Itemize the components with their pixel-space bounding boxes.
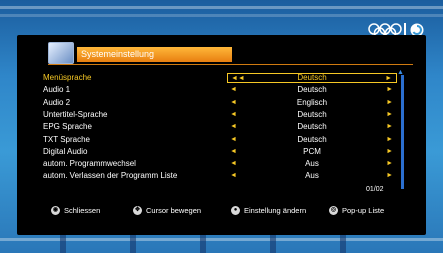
water-reflection bbox=[0, 6, 443, 9]
setting-row[interactable]: Audio 2 ◄ Englisch ► bbox=[17, 97, 426, 109]
setting-value: Aus bbox=[305, 159, 319, 169]
setting-row[interactable]: Untertitel-Sprache ◄ Deutsch ► bbox=[17, 109, 426, 121]
setting-label: TXT Sprache bbox=[43, 134, 90, 144]
arrow-right-icon[interactable]: ► bbox=[386, 122, 393, 132]
exit-icon: ◉ bbox=[51, 206, 60, 215]
cursor-label: Cursor bewegen bbox=[146, 206, 202, 215]
arrow-right-icon[interactable]: ► bbox=[386, 85, 393, 95]
arrow-right-icon[interactable]: ► bbox=[386, 135, 393, 145]
arrow-right-icon[interactable]: ► bbox=[386, 147, 393, 157]
arrow-right-icon[interactable]: ► bbox=[386, 171, 393, 181]
setting-row[interactable]: autom. Verlassen der Programm Liste ◄ Aus ► bbox=[17, 170, 426, 182]
popup-hint: ◎ Pop-up Liste bbox=[329, 206, 384, 215]
page-indicator: 01/02 bbox=[366, 186, 384, 193]
setting-row[interactable]: autom. Programmwechsel ◄ Aus ► bbox=[17, 158, 426, 170]
cursor-icon: ✥ bbox=[133, 206, 142, 215]
ok-icon: ● bbox=[231, 206, 240, 215]
setting-label: Audio 2 bbox=[43, 97, 71, 107]
setting-value: Deutsch bbox=[297, 85, 327, 95]
popup-label: Pop-up Liste bbox=[342, 206, 385, 215]
arrow-right-icon[interactable]: ► bbox=[386, 98, 393, 108]
setting-value: Deutsch bbox=[297, 73, 327, 82]
setting-selector[interactable]: ◄ Aus ► bbox=[227, 171, 397, 181]
cursor-hint: ✥ Cursor bewegen bbox=[133, 206, 201, 215]
water-reflection bbox=[0, 14, 443, 17]
setting-selector[interactable]: ◄ Deutsch ► bbox=[227, 85, 397, 95]
water-reflection bbox=[0, 238, 443, 241]
setting-value: Englisch bbox=[296, 97, 328, 107]
setting-label: Menüsprache bbox=[43, 73, 92, 82]
setting-row[interactable]: Audio 1 ◄ Deutsch ► bbox=[17, 84, 426, 96]
setting-label: Untertitel-Sprache bbox=[43, 109, 108, 119]
arrow-right-icon[interactable]: ► bbox=[386, 110, 393, 120]
setting-label: Audio 1 bbox=[43, 85, 71, 95]
setting-value: Deutsch bbox=[297, 134, 327, 144]
setting-selector[interactable]: ◄◄ Deutsch ► bbox=[227, 73, 397, 83]
setting-row[interactable]: Digital Audio ◄ PCM ► bbox=[17, 146, 426, 158]
settings-panel: Systemeinstellung Menüsprache ◄◄ Deutsch ► A… bbox=[17, 35, 426, 235]
setting-value: PCM bbox=[303, 146, 321, 156]
setting-row[interactable]: Menüsprache ◄◄ Deutsch ► bbox=[17, 72, 426, 84]
ok-label: Einstellung ändern bbox=[244, 206, 307, 215]
setting-label: Digital Audio bbox=[43, 146, 88, 156]
key-help-bar: ◉ Schliessen ✥ Cursor bewegen ● Einstell… bbox=[51, 206, 421, 220]
setting-row[interactable]: TXT Sprache ◄ Deutsch ► bbox=[17, 134, 426, 146]
arrow-right-icon[interactable]: ► bbox=[385, 74, 392, 84]
page-title: Systemeinstellung bbox=[77, 47, 232, 62]
setting-selector[interactable]: ◄ Aus ► bbox=[227, 159, 397, 169]
ok-hint: ● Einstellung ändern bbox=[231, 206, 306, 215]
exit-label: Schliessen bbox=[64, 206, 101, 215]
setting-selector[interactable]: ◄ Englisch ► bbox=[227, 98, 397, 108]
setting-value: Aus bbox=[305, 171, 319, 181]
popup-icon: ◎ bbox=[329, 206, 338, 215]
arrow-right-icon[interactable]: ► bbox=[386, 159, 393, 169]
setting-selector[interactable]: ◄ Deutsch ► bbox=[227, 110, 397, 120]
scrollbar[interactable] bbox=[401, 75, 404, 189]
setting-row[interactable]: EPG Sprache ◄ Deutsch ► bbox=[17, 121, 426, 133]
settings-icon bbox=[48, 42, 74, 64]
setting-value: Deutsch bbox=[297, 109, 327, 119]
setting-selector[interactable]: ◄ PCM ► bbox=[227, 147, 397, 157]
setting-value: Deutsch bbox=[297, 122, 327, 132]
header-divider bbox=[48, 64, 413, 65]
setting-selector[interactable]: ◄ Deutsch ► bbox=[227, 122, 397, 132]
exit-hint: ◉ Schliessen bbox=[51, 206, 100, 215]
setting-label: autom. Verlassen der Programm Liste bbox=[43, 171, 178, 181]
setting-label: EPG Sprache bbox=[43, 122, 92, 132]
setting-selector[interactable]: ◄ Deutsch ► bbox=[227, 135, 397, 145]
setting-label: autom. Programmwechsel bbox=[43, 159, 136, 169]
panel-header: Systemeinstellung bbox=[17, 35, 426, 66]
